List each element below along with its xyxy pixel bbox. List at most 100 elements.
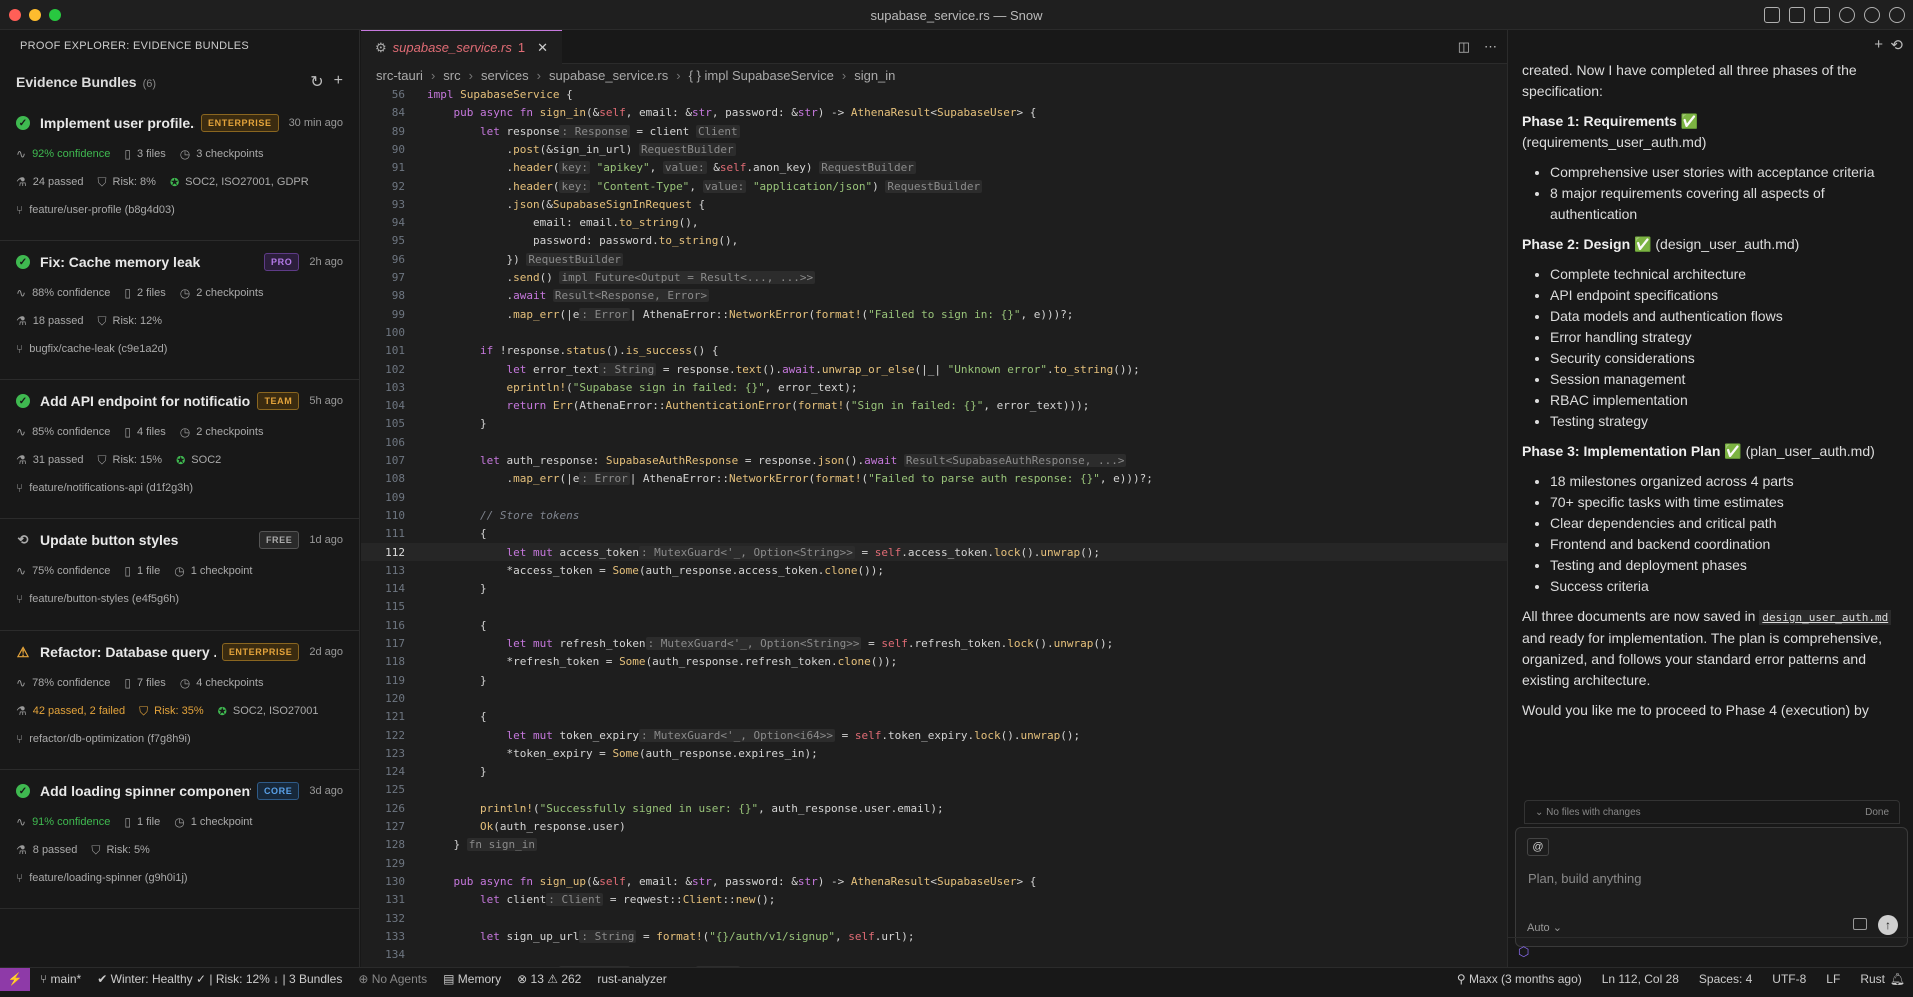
line-number: 110: [385, 508, 405, 522]
code-line[interactable]: if !response.status().is_success() {: [427, 344, 718, 357]
language-mode[interactable]: Rust: [1860, 972, 1885, 986]
line-number: 119: [385, 673, 405, 687]
line-number: 123: [385, 746, 405, 760]
image-attach-icon[interactable]: [1853, 918, 1867, 930]
bundle-item[interactable]: ✓ Add API endpoint for notifications TEAM…: [0, 380, 359, 519]
toggle-sidebar-icon[interactable]: [1764, 7, 1780, 23]
mention-button[interactable]: @: [1527, 838, 1549, 856]
code-line[interactable]: let mut access_token: MutexGuard<'_, Opt…: [427, 545, 1100, 559]
breadcrumb-item[interactable]: src-tauri: [376, 68, 423, 83]
code-line[interactable]: eprintln!("Supabase sign in failed: {}",…: [427, 381, 857, 394]
code-line[interactable]: let mut refresh_token: MutexGuard<'_, Op…: [427, 637, 1113, 650]
branch-name: feature/button-styles (e4f5g6h): [29, 593, 180, 605]
line-ending[interactable]: LF: [1826, 972, 1840, 986]
bundle-item[interactable]: ⟲ Update button styles FREE 1d ago ∿ 75% c…: [0, 519, 359, 631]
problems-status[interactable]: ⊗ 13 ⚠ 262: [517, 972, 581, 986]
code-line[interactable]: }: [427, 582, 487, 595]
files-status-bar[interactable]: ⌄ No files with changes Done: [1524, 800, 1900, 824]
language-server[interactable]: rust-analyzer: [597, 972, 666, 986]
list-item: Security considerations: [1550, 348, 1900, 369]
code-line[interactable]: let mut token_expiry: MutexGuard<'_, Opt…: [427, 728, 1080, 742]
code-line[interactable]: let error_text: String = response.text()…: [427, 362, 1140, 376]
code-line[interactable]: .header(key: "Content-Type", value: "app…: [427, 179, 983, 193]
breadcrumb-item[interactable]: supabase_service.rs: [549, 68, 668, 83]
code-line[interactable]: .post(&sign_in_url) RequestBuilder: [427, 142, 736, 156]
code-line[interactable]: impl SupabaseService {: [427, 88, 573, 101]
code-line[interactable]: } fn sign_in: [427, 838, 537, 852]
code-view[interactable]: 56 impl SupabaseService {84 pub async fn …: [361, 86, 1507, 967]
bundle-item[interactable]: ⚠ Refactor: Database query ... ENTERPRISE…: [0, 631, 359, 770]
new-chat-icon[interactable]: +: [1874, 36, 1883, 53]
code-line[interactable]: let sign_up_url: String = format!("{}/au…: [427, 929, 915, 943]
code-line[interactable]: {: [427, 527, 487, 540]
refresh-icon[interactable]: ↻: [310, 72, 323, 92]
checkpoint-icon: ◷: [174, 815, 185, 829]
manage-gear-icon[interactable]: [1889, 7, 1905, 23]
file-link[interactable]: design_user_auth.md: [1759, 610, 1892, 625]
tab-supabase-service[interactable]: ⚙ supabase_service.rs 1 ✕: [361, 30, 563, 64]
code-line[interactable]: let response: Response = client Client: [427, 124, 740, 138]
code-line[interactable]: let client: Client = reqwest::Client::ne…: [427, 893, 775, 907]
notifications-icon[interactable]: 🔔︎: [1890, 972, 1905, 986]
code-line[interactable]: pub async fn sign_up(&self, email: &str,…: [427, 875, 1037, 888]
code-line[interactable]: }: [427, 417, 487, 430]
code-line[interactable]: .send() impl Future<Output = Result<...,…: [427, 271, 816, 284]
code-line[interactable]: *token_expiry = Some(auth_response.expir…: [427, 747, 817, 760]
code-line[interactable]: .json(&SupabaseSignInRequest {: [427, 198, 705, 211]
code-line[interactable]: {: [427, 710, 487, 723]
send-button[interactable]: ↑: [1878, 915, 1898, 935]
code-line[interactable]: // Store tokens: [427, 509, 579, 522]
code-line[interactable]: return Err(AthenaError::AuthenticationEr…: [427, 399, 1089, 412]
bundle-branch-row: ⑂ bugfix/cache-leak (c9e1a2d): [16, 341, 343, 357]
code-line[interactable]: *access_token = Some(auth_response.acces…: [427, 564, 884, 577]
code-line[interactable]: }) RequestBuilder: [427, 252, 624, 266]
chat-input-box[interactable]: @ Plan, build anything Auto ⌄ ↑: [1515, 827, 1908, 947]
code-line[interactable]: .await Result<Response, Error>: [427, 289, 710, 303]
code-line[interactable]: Ok(auth_response.user): [427, 820, 626, 833]
bundle-test-row: ⚗ 8 passed ⛉ Risk: 5%: [16, 842, 343, 858]
done-button[interactable]: Done: [1865, 807, 1889, 818]
bundle-item[interactable]: ✓ Fix: Cache memory leak PRO 2h ago ∿ 88% …: [0, 241, 359, 380]
more-actions-icon[interactable]: ⋯: [1484, 39, 1497, 55]
code-line[interactable]: .header(key: "apikey", value: &self.anon…: [427, 161, 916, 175]
code-line[interactable]: let auth_response: SupabaseAuthResponse …: [427, 454, 1127, 467]
split-editor-icon[interactable]: ◫: [1458, 39, 1470, 55]
breadcrumb-item[interactable]: { } impl SupabaseService: [689, 68, 834, 83]
mode-selector[interactable]: Auto ⌄: [1527, 921, 1562, 934]
cursor-position[interactable]: Ln 112, Col 28: [1602, 972, 1679, 986]
code-line[interactable]: {: [427, 619, 487, 632]
code-line[interactable]: .map_err(|e: Error | AthenaError::Network…: [427, 472, 1153, 486]
bundle-item[interactable]: ✓ Add loading spinner component CORE 3d a…: [0, 770, 359, 909]
code-line[interactable]: println!("Successfully signed in user: {…: [427, 802, 944, 815]
remote-indicator-icon[interactable]: ⚡: [0, 968, 30, 991]
risk-value: Risk: 5%: [106, 844, 150, 856]
code-line[interactable]: }: [427, 765, 487, 778]
account-icon[interactable]: [1864, 7, 1880, 23]
code-line[interactable]: password: password.to_string(),: [427, 234, 738, 247]
code-line[interactable]: .map_err(|e: Error | AthenaError::Network…: [427, 307, 1073, 321]
close-tab-icon[interactable]: ✕: [537, 40, 548, 56]
history-icon[interactable]: ⟲: [1890, 36, 1903, 54]
blame-info[interactable]: ⚲ Maxx (3 months ago): [1457, 972, 1582, 986]
code-line[interactable]: pub async fn sign_in(&self, email: &str,…: [427, 106, 1037, 119]
memory-status[interactable]: ▤ Memory: [443, 972, 501, 986]
bundle-item[interactable]: ✓ Implement user profile... ENTERPRISE 30…: [0, 102, 359, 241]
chat-input-placeholder[interactable]: Plan, build anything: [1528, 871, 1641, 886]
cube-icon[interactable]: ⬡: [1518, 944, 1529, 960]
breadcrumb-item[interactable]: services: [481, 68, 529, 83]
add-icon[interactable]: +: [334, 72, 343, 92]
toggle-panel-icon[interactable]: [1789, 7, 1805, 23]
indentation[interactable]: Spaces: 4: [1699, 972, 1752, 986]
agents-status[interactable]: ⊕ No Agents: [358, 972, 427, 986]
settings-gear-icon[interactable]: [1839, 7, 1855, 23]
breadcrumb-item[interactable]: sign_in: [854, 68, 895, 83]
code-line[interactable]: email: email.to_string(),: [427, 216, 699, 229]
code-line[interactable]: }: [427, 674, 487, 687]
branch-indicator[interactable]: ⑂ main*: [40, 972, 81, 986]
encoding[interactable]: UTF-8: [1772, 972, 1806, 986]
code-line[interactable]: *refresh_token = Some(auth_response.refr…: [427, 655, 897, 668]
breadcrumb-item[interactable]: src: [443, 68, 460, 83]
health-status[interactable]: ✔ Winter: Healthy ✓ | Risk: 12% ↓ | 3 Bu…: [97, 972, 342, 986]
toggle-secondary-sidebar-icon[interactable]: [1814, 7, 1830, 23]
phase3-list: 18 milestones organized across 4 parts70…: [1550, 471, 1900, 597]
